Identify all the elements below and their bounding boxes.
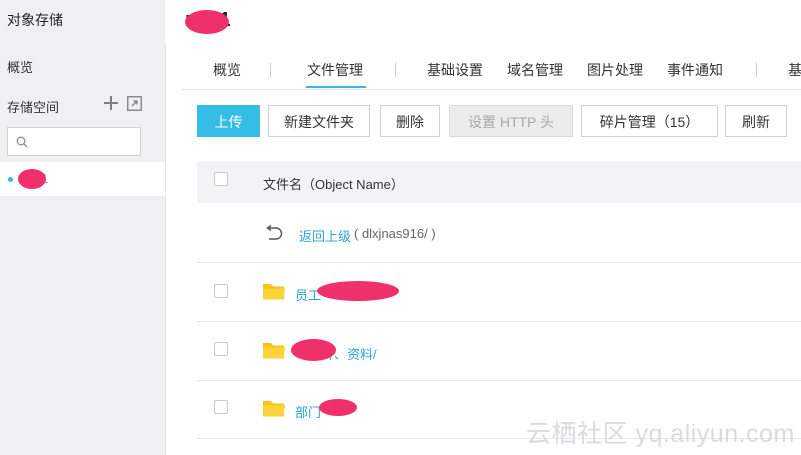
search-icon (16, 136, 28, 148)
tab-domain-management[interactable]: 域名管理 (507, 60, 563, 80)
add-bucket-icon[interactable] (103, 95, 119, 111)
tab-overview[interactable]: 概览 (213, 60, 241, 80)
folder-link[interactable]: 部门 (295, 402, 321, 421)
tab-image-processing[interactable]: 图片处理 (587, 60, 643, 80)
tab-divider (756, 63, 757, 77)
tab-basic-settings[interactable]: 基础设置 (427, 60, 483, 80)
table-row: 片、资料/ (197, 322, 801, 381)
redaction-mark (18, 169, 46, 189)
tab-divider (395, 63, 396, 77)
folder-icon (263, 284, 285, 300)
tab-bar: 概览 文件管理 基础设置 域名管理 图片处理 事件通知 基 (182, 44, 801, 90)
active-dot (8, 177, 13, 182)
redaction-mark (317, 281, 399, 301)
sidebar-item-bucket[interactable]: nas1 (0, 162, 165, 196)
fragment-management-button[interactable]: 碎片管理（15） (581, 105, 718, 137)
tab-divider (270, 63, 271, 77)
tab-file-management[interactable]: 文件管理 (307, 60, 363, 80)
back-row: 返回上级 ( dlxjnas916/ ) (197, 204, 801, 263)
parent-path: ( dlxjnas916/ ) (354, 226, 436, 241)
table-row: 员工 (197, 263, 801, 322)
delete-button[interactable]: 删除 (380, 105, 440, 137)
table-header: 文件名（Object Name） (197, 161, 801, 203)
row-checkbox[interactable] (214, 342, 228, 356)
row-checkbox[interactable] (214, 284, 228, 298)
refresh-button[interactable]: 刷新 (725, 105, 787, 137)
redaction-mark (291, 339, 336, 361)
folder-icon (263, 343, 285, 359)
tab-event-notification[interactable]: 事件通知 (667, 60, 723, 80)
sidebar-item-overview[interactable]: 概览 (7, 57, 33, 76)
buckets-header: 存储空间 (7, 100, 60, 115)
upload-button[interactable]: 上传 (197, 105, 260, 137)
tab-more[interactable]: 基 (788, 60, 801, 80)
redaction-mark (185, 10, 229, 34)
sidebar-title: 对象存储 (7, 12, 63, 28)
return-icon[interactable] (263, 225, 283, 241)
page-header: nas1 (165, 0, 801, 44)
bucket-search-input[interactable] (7, 127, 141, 156)
select-all-checkbox[interactable] (214, 172, 228, 186)
row-checkbox[interactable] (214, 400, 228, 414)
back-link[interactable]: 返回上级 (299, 226, 351, 245)
sidebar: 对象存储 概览 存储空间 nas1 (0, 0, 166, 455)
column-header-name: 文件名（Object Name） (263, 177, 404, 192)
watermark: 云栖社区 yq.aliyun.com (526, 420, 795, 448)
redaction-mark (319, 399, 357, 416)
set-http-header-button[interactable]: 设置 HTTP 头 (449, 105, 573, 137)
folder-icon (263, 401, 285, 417)
new-folder-button[interactable]: 新建文件夹 (268, 105, 370, 137)
expand-icon[interactable] (127, 96, 142, 111)
active-tab-indicator (306, 86, 366, 88)
